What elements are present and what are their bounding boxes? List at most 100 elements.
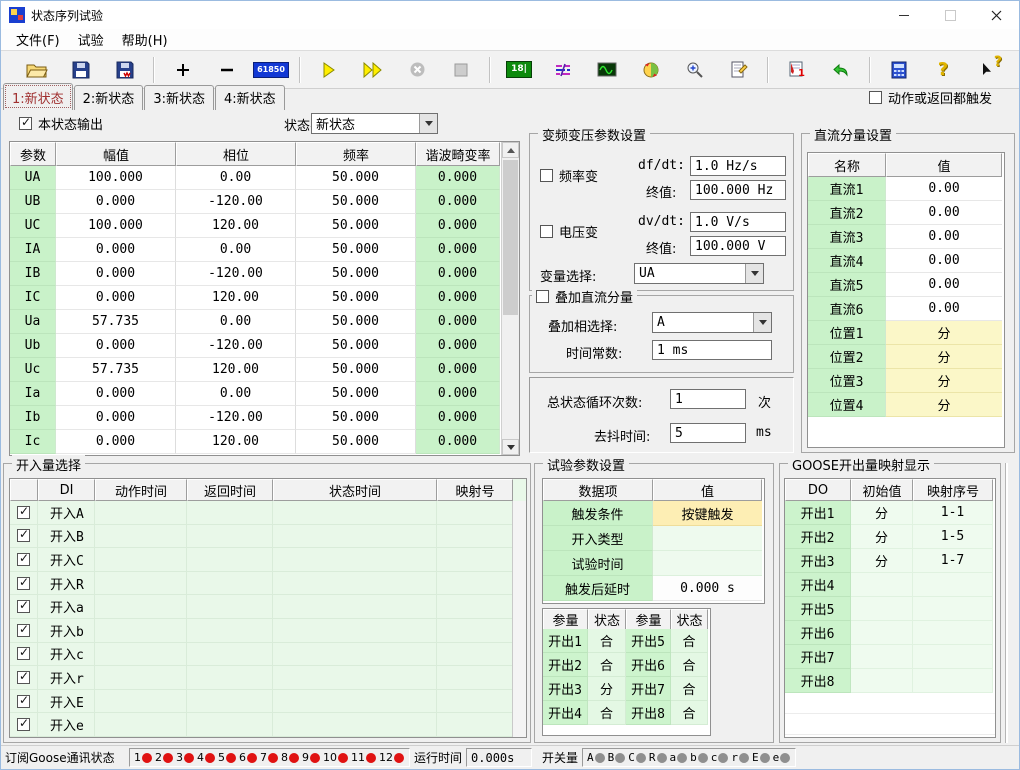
di-checkbox[interactable] xyxy=(17,529,30,542)
report-button[interactable] xyxy=(724,56,754,84)
amplitude-cell[interactable]: 0.000 xyxy=(56,262,176,286)
trigger-edit-button[interactable]: 1 xyxy=(782,56,812,84)
volt-ramp-checkbox[interactable]: 电压变 xyxy=(540,222,598,241)
goose-map-cell[interactable] xyxy=(913,621,993,645)
phase-cell[interactable]: 0.00 xyxy=(176,166,296,190)
dc-value-cell[interactable]: 分 xyxy=(886,345,1002,369)
freq-final-input[interactable] xyxy=(690,180,786,200)
amplitude-cell[interactable]: 0.000 xyxy=(56,334,176,358)
combo-dropdown-button[interactable] xyxy=(419,114,437,133)
trigger-on-both-checkbox[interactable]: 动作或返回都触发 xyxy=(869,88,992,107)
di-checkbox-cell[interactable] xyxy=(10,690,38,714)
do-state-cell[interactable]: 合 xyxy=(588,701,626,725)
thd-cell[interactable]: 0.000 xyxy=(416,406,500,430)
di-checkbox-cell[interactable] xyxy=(10,713,38,737)
thd-cell[interactable]: 0.000 xyxy=(416,334,500,358)
state-tab[interactable]: 1:新状态 xyxy=(3,83,73,110)
exit-button[interactable] xyxy=(1016,56,1020,84)
state-tab[interactable]: 2:新状态 xyxy=(74,85,144,110)
thd-cell[interactable]: 0.000 xyxy=(416,382,500,406)
amplitude-cell[interactable]: 100.000 xyxy=(56,214,176,238)
dc-value-cell[interactable]: 0.00 xyxy=(886,273,1002,297)
di-checkbox[interactable] xyxy=(17,506,30,519)
phase-cell[interactable]: 0.00 xyxy=(176,382,296,406)
test-param-value-cell[interactable]: 0.000 s xyxy=(653,576,762,601)
di-table-scrollbar[interactable] xyxy=(512,501,526,737)
phase-cell[interactable]: 120.00 xyxy=(176,358,296,382)
test-param-value-cell[interactable]: 按键触发 xyxy=(653,501,762,526)
param-table-scrollbar[interactable] xyxy=(501,142,519,455)
thd-cell[interactable]: 0.000 xyxy=(416,190,500,214)
amplitude-cell[interactable]: 0.000 xyxy=(56,190,176,214)
amplitude-cell[interactable]: 0.000 xyxy=(56,238,176,262)
menu-item[interactable]: 文件(F) xyxy=(7,28,69,51)
frequency-cell[interactable]: 50.000 xyxy=(296,286,416,310)
debounce-input[interactable] xyxy=(670,423,746,443)
goose-map-cell[interactable]: 1-5 xyxy=(913,525,993,549)
menu-item[interactable]: 帮助(H) xyxy=(113,28,177,51)
do-state-cell[interactable]: 合 xyxy=(671,653,708,677)
halt-button[interactable] xyxy=(446,56,476,84)
frequency-cell[interactable]: 50.000 xyxy=(296,190,416,214)
do-state-cell[interactable]: 分 xyxy=(588,677,626,701)
di-checkbox-cell[interactable] xyxy=(10,666,38,690)
dc-value-cell[interactable]: 0.00 xyxy=(886,177,1002,201)
phase-cell[interactable]: -120.00 xyxy=(176,190,296,214)
frequency-cell[interactable]: 50.000 xyxy=(296,166,416,190)
combo-dropdown-button[interactable] xyxy=(745,264,763,283)
goose-initial-cell[interactable] xyxy=(851,621,913,645)
phase-cell[interactable]: 120.00 xyxy=(176,214,296,238)
di-checkbox-cell[interactable] xyxy=(10,572,38,596)
run-continuous-button[interactable] xyxy=(358,56,388,84)
do-state-cell[interactable]: 合 xyxy=(588,653,626,677)
di-checkbox[interactable] xyxy=(17,600,30,613)
dc-value-cell[interactable]: 0.00 xyxy=(886,297,1002,321)
analog-map-button[interactable] xyxy=(548,56,578,84)
di-checkbox-cell[interactable] xyxy=(10,525,38,549)
test-param-value-cell[interactable] xyxy=(653,526,762,551)
phase-cell[interactable]: 120.00 xyxy=(176,430,296,454)
frequency-cell[interactable]: 50.000 xyxy=(296,262,416,286)
undo-button[interactable] xyxy=(826,56,856,84)
dfdt-input[interactable] xyxy=(690,156,786,176)
amplitude-cell[interactable]: 57.735 xyxy=(56,358,176,382)
di-checkbox[interactable] xyxy=(17,624,30,637)
open-button[interactable] xyxy=(22,56,52,84)
phase-cell[interactable]: -120.00 xyxy=(176,406,296,430)
sv-config-button[interactable]: 18| xyxy=(504,56,534,84)
goose-initial-cell[interactable] xyxy=(851,597,913,621)
frequency-cell[interactable]: 50.000 xyxy=(296,382,416,406)
frequency-cell[interactable]: 50.000 xyxy=(296,334,416,358)
di-checkbox[interactable] xyxy=(17,695,30,708)
di-checkbox-cell[interactable] xyxy=(10,501,38,525)
remove-state-button[interactable] xyxy=(212,56,242,84)
phase-cell[interactable]: 0.00 xyxy=(176,238,296,262)
amplitude-cell[interactable]: 100.000 xyxy=(56,166,176,190)
phase-cell[interactable]: -120.00 xyxy=(176,262,296,286)
state-name-combo[interactable]: 新状态 xyxy=(311,113,438,134)
thd-cell[interactable]: 0.000 xyxy=(416,358,500,382)
save-report-button[interactable] xyxy=(110,56,140,84)
di-checkbox-cell[interactable] xyxy=(10,595,38,619)
amplitude-cell[interactable]: 0.000 xyxy=(56,286,176,310)
scroll-up-button[interactable] xyxy=(502,142,519,158)
time-const-input[interactable] xyxy=(652,340,772,360)
di-checkbox-cell[interactable] xyxy=(10,643,38,667)
state-output-checkbox[interactable]: 本状态输出 xyxy=(19,114,103,133)
add-state-button[interactable] xyxy=(168,56,198,84)
calculator-button[interactable] xyxy=(884,56,914,84)
freq-ramp-checkbox[interactable]: 频率变 xyxy=(540,166,598,185)
di-checkbox[interactable] xyxy=(17,718,30,731)
volt-final-input[interactable] xyxy=(690,236,786,256)
context-help-button[interactable] xyxy=(972,56,1002,84)
amplitude-cell[interactable]: 0.000 xyxy=(56,430,176,454)
menu-item[interactable]: 试验 xyxy=(69,28,113,51)
di-checkbox[interactable] xyxy=(17,671,30,684)
amplitude-cell[interactable]: 57.735 xyxy=(56,310,176,334)
amplitude-cell[interactable]: 0.000 xyxy=(56,406,176,430)
thd-cell[interactable]: 0.000 xyxy=(416,286,500,310)
goose-initial-cell[interactable] xyxy=(851,645,913,669)
amplitude-cell[interactable]: 0.000 xyxy=(56,382,176,406)
test-param-value-cell[interactable] xyxy=(653,551,762,576)
phase-cell[interactable]: -120.00 xyxy=(176,334,296,358)
